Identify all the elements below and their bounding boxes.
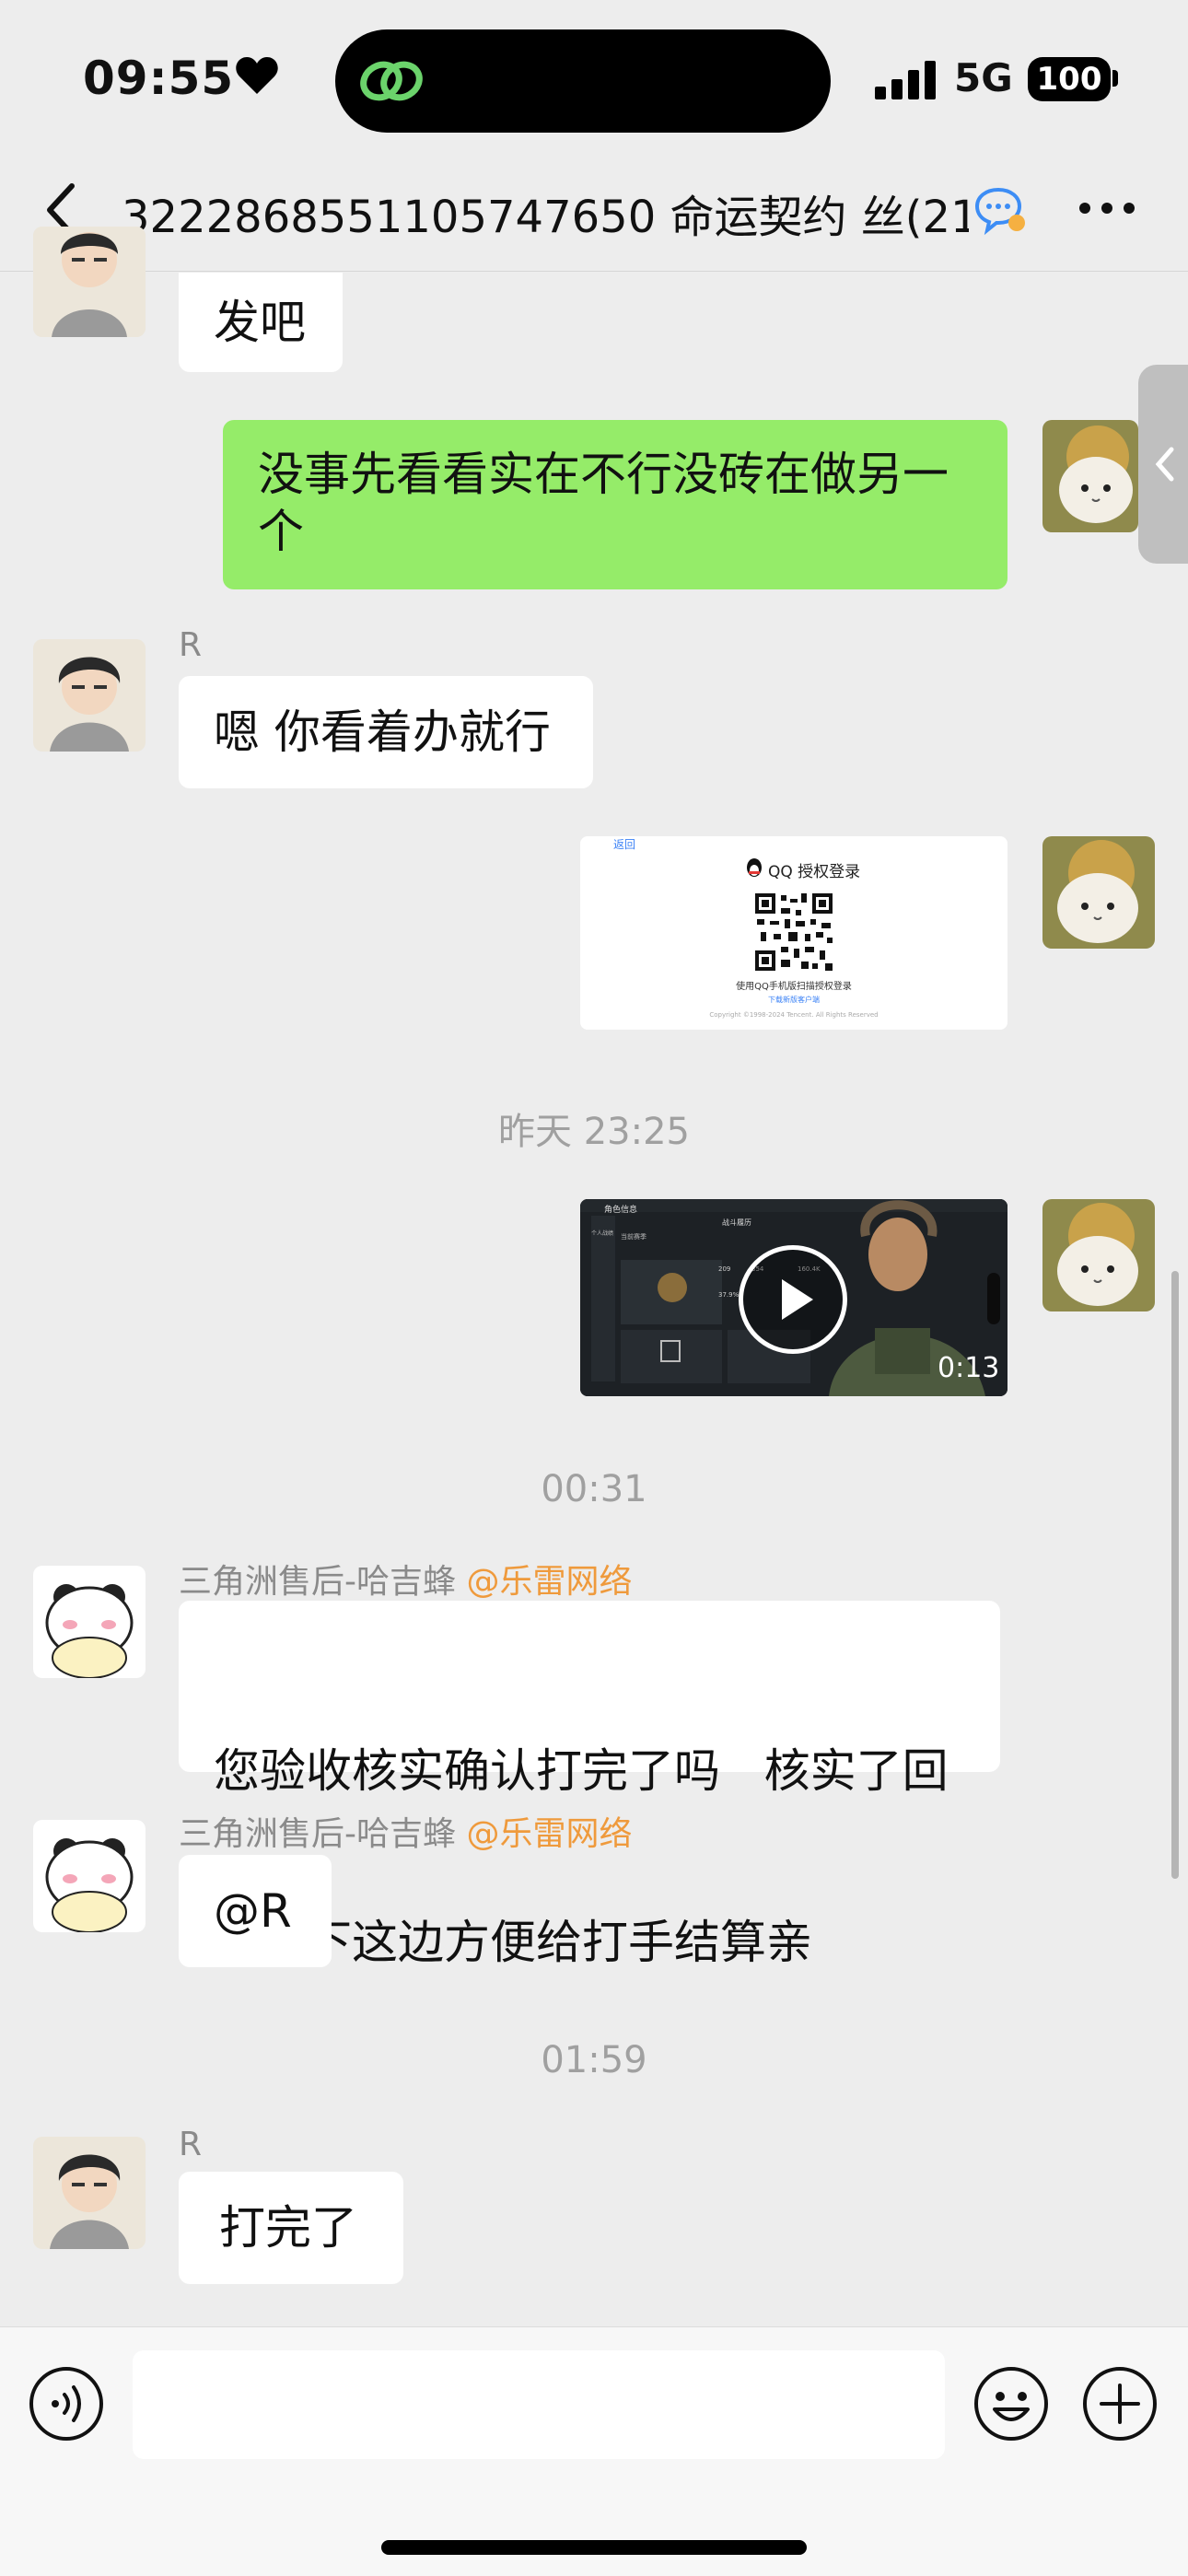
message-bubble[interactable]: 发吧: [179, 273, 343, 372]
link-app-icon: [357, 53, 427, 112]
heart-icon: [234, 55, 280, 99]
avatar-r[interactable]: [33, 639, 146, 752]
sender-name-line: 三角洲售后-哈吉蜂 @乐雷网络: [179, 1807, 632, 1855]
qq-scan-hint: 使用QQ手机版扫描授权登录: [736, 982, 852, 992]
video-header-text: 角色信息: [604, 1206, 638, 1215]
qq-download-link: 下载新版客户端: [768, 996, 820, 1004]
emoji-button[interactable]: [973, 2365, 1050, 2446]
qq-login-image[interactable]: 返回 QQ 授权登录 使用QQ手机版扫描授权登录 下载新版客户端 Copyrig…: [580, 836, 1007, 1030]
message-text-line: 您验收核实确认打完了吗 核实了回: [214, 1744, 949, 1798]
avatar-me[interactable]: [1042, 836, 1155, 949]
scrollbar[interactable]: [1171, 1271, 1179, 1879]
message-bubble[interactable]: 打完了: [179, 2172, 403, 2284]
signal-icon: [875, 61, 941, 105]
qq-penguin-icon: [744, 857, 764, 882]
video-stat: 37.9%: [718, 1291, 740, 1299]
battery-tip: [1112, 70, 1118, 87]
sender-name: 三角洲售后-哈吉蜂: [179, 1815, 456, 1853]
battery-indicator: 100: [1028, 57, 1111, 101]
play-button[interactable]: [739, 1245, 847, 1354]
qq-copyright: Copyright ©1998-2024 Tencent. All Rights…: [709, 1011, 879, 1019]
chevron-left-icon: [1155, 447, 1174, 482]
sender-name: R: [179, 626, 203, 664]
mention-tag[interactable]: @乐雷网络: [466, 1815, 632, 1853]
mention-tag[interactable]: @乐雷网络: [466, 1563, 632, 1601]
sender-name: 三角洲售后-哈吉蜂: [179, 1563, 456, 1601]
plus-button[interactable]: [1081, 2365, 1159, 2446]
home-indicator[interactable]: [381, 2540, 807, 2555]
my-message-bubble[interactable]: 没事先看看实在不行没砖在做另一个: [223, 420, 1007, 589]
video-duration: 0:13: [938, 1352, 1000, 1384]
voice-button[interactable]: [28, 2365, 105, 2446]
avatar-me[interactable]: [1042, 420, 1138, 532]
avatar-me[interactable]: [1042, 1199, 1155, 1311]
video-message[interactable]: 角色信息 战斗履历 个人战绩 当前赛季 209 37.9% 354 160.4K…: [580, 1199, 1007, 1396]
group-chat-icon[interactable]: [974, 186, 1030, 239]
status-time: 09:55: [83, 52, 235, 105]
message-bubble[interactable]: 嗯 你看着办就行: [179, 676, 593, 788]
avatar-support[interactable]: [33, 1566, 146, 1678]
side-panel-tab[interactable]: [1138, 365, 1188, 564]
avatar-support[interactable]: [33, 1820, 146, 1932]
qr-code: [753, 892, 834, 976]
timestamp: 昨天 23:25: [498, 1111, 690, 1153]
qq-login-title: QQ 授权登录: [768, 863, 861, 881]
message-bubble[interactable]: 您验收核实确认打完了吗 核实了回 复一下这边方便给打手结算亲: [179, 1601, 1000, 1969]
video-sub-text: 当前赛季: [621, 1233, 646, 1241]
video-tab-left-text: 个人战绩: [591, 1230, 614, 1237]
more-button[interactable]: [1077, 199, 1136, 221]
network-label: 5G: [954, 55, 1013, 100]
play-icon: [782, 1279, 813, 1320]
timestamp: 01:59: [541, 2039, 647, 2081]
video-stat: 209: [718, 1265, 731, 1273]
avatar-r[interactable]: [33, 2137, 146, 2249]
message-input[interactable]: [133, 2350, 945, 2459]
plus-icon: [1083, 2367, 1157, 2441]
message-bubble[interactable]: @R: [179, 1855, 332, 1967]
qq-back-link: 返回: [613, 838, 636, 851]
chat-title[interactable]: 3222868551105747650 命运契约 丝(21): [122, 181, 969, 245]
video-tab-text: 战斗履历: [722, 1218, 751, 1227]
avatar-r[interactable]: [33, 227, 146, 337]
more-dots-icon: [1079, 203, 1135, 214]
sender-name: R: [179, 2126, 203, 2163]
timestamp: 00:31: [541, 1468, 647, 1510]
sender-name-line: 三角洲售后-哈吉蜂 @乐雷网络: [179, 1555, 632, 1603]
emoji-icon: [974, 2367, 1048, 2441]
voice-icon: [29, 2367, 103, 2441]
